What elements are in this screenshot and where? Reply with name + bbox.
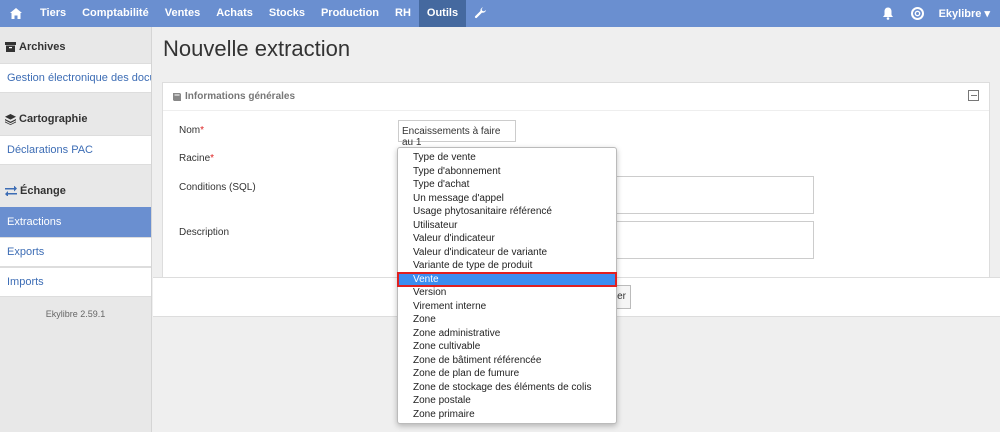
nav-outils[interactable]: Outils [418, 0, 467, 27]
sidebar-section-title: Cartographie [19, 113, 88, 125]
dropdown-option[interactable]: Valeur d'indicateur de variante [398, 246, 616, 260]
wrench-icon [474, 7, 487, 19]
nav-tiers[interactable]: Tiers [32, 0, 74, 27]
nav-rh[interactable]: RH [387, 0, 419, 27]
dropdown-option[interactable]: Zone administrative [398, 327, 616, 341]
racine-select-dropdown[interactable]: Type de vente Type d'abonnement Type d'a… [397, 147, 617, 424]
nav-ventes[interactable]: Ventes [157, 0, 208, 27]
nav-stocks[interactable]: Stocks [261, 0, 313, 27]
dropdown-option[interactable]: Virement interne [398, 300, 616, 314]
dropdown-option[interactable]: Type d'achat [398, 178, 616, 192]
nom-label: Nom* [179, 125, 205, 136]
book-icon [172, 92, 182, 102]
sidebar-item-gestion-documents[interactable]: Gestion électronique des docu... [0, 63, 151, 93]
lifebuoy-icon [911, 7, 925, 20]
home-icon [10, 8, 22, 19]
panel-title: Informations générales [185, 91, 296, 102]
sidebar-section-archives: Archives [0, 31, 151, 63]
conditions-label: Conditions (SQL) [179, 182, 256, 193]
dropdown-option[interactable]: Zone primaire [398, 408, 616, 422]
layers-icon [5, 113, 16, 125]
sidebar-section-title: Échange [20, 185, 66, 197]
chevron-down-icon: ▾ [984, 8, 990, 20]
dropdown-option[interactable]: Variante de type de produit [398, 259, 616, 273]
top-navbar: Tiers Comptabilité Ventes Achats Stocks … [0, 0, 1000, 27]
sidebar-item-imports[interactable]: Imports [0, 267, 151, 297]
dropdown-option[interactable]: Zone postale [398, 394, 616, 408]
archive-icon [5, 42, 16, 52]
nom-input[interactable]: Encaissements à faire au 1 [398, 120, 516, 148]
panel-header: Informations générales [163, 83, 989, 111]
exchange-icon [5, 186, 17, 196]
user-name: Ekylibre [938, 8, 982, 20]
sidebar-section-cartographie: Cartographie [0, 103, 151, 135]
dropdown-option[interactable]: Zone cultivable [398, 340, 616, 354]
dropdown-option[interactable]: Type de vente [398, 151, 616, 165]
dropdown-option-selected[interactable]: Vente [397, 271, 617, 287]
bell-icon [882, 7, 893, 20]
user-menu[interactable]: Ekylibre ▾ [933, 7, 1000, 20]
sidebar-item-exports[interactable]: Exports [0, 237, 151, 267]
dropdown-option[interactable]: Version [398, 286, 616, 300]
description-label: Description [179, 227, 230, 238]
sidebar-section-echange: Échange [0, 175, 151, 207]
nav-production[interactable]: Production [313, 0, 387, 27]
home-button[interactable] [0, 0, 32, 27]
nav-comptabilite[interactable]: Comptabilité [74, 0, 157, 27]
app-version: Ekylibre 2.59.1 [45, 309, 106, 319]
dropdown-option[interactable]: Un message d'appel [398, 192, 616, 206]
racine-label: Racine* [179, 153, 215, 164]
dropdown-option[interactable]: Type d'abonnement [398, 165, 616, 179]
notifications-button[interactable] [873, 0, 903, 27]
sidebar: Archives Gestion électronique des docu..… [0, 27, 152, 432]
dropdown-option[interactable]: Zone [398, 313, 616, 327]
dropdown-option[interactable]: Valeur d'indicateur [398, 232, 616, 246]
dropdown-option[interactable]: Usage phytosanitaire référencé [398, 205, 616, 219]
dropdown-option[interactable]: Zone de stockage des éléments de colis [398, 381, 616, 395]
dropdown-option[interactable]: Utilisateur [398, 219, 616, 233]
sidebar-item-declarations-pac[interactable]: Déclarations PAC [0, 135, 151, 165]
sidebar-section-title: Archives [19, 41, 66, 53]
dropdown-option[interactable]: Zone de bâtiment référencée [398, 354, 616, 368]
help-button[interactable] [903, 0, 933, 27]
nav-settings-button[interactable] [466, 0, 495, 27]
sidebar-item-extractions[interactable]: Extractions [0, 207, 151, 237]
dropdown-option[interactable]: Zone de plan de fumure [398, 367, 616, 381]
collapse-icon[interactable] [968, 90, 979, 101]
nav-achats[interactable]: Achats [208, 0, 261, 27]
page-title: Nouvelle extraction [163, 36, 351, 61]
